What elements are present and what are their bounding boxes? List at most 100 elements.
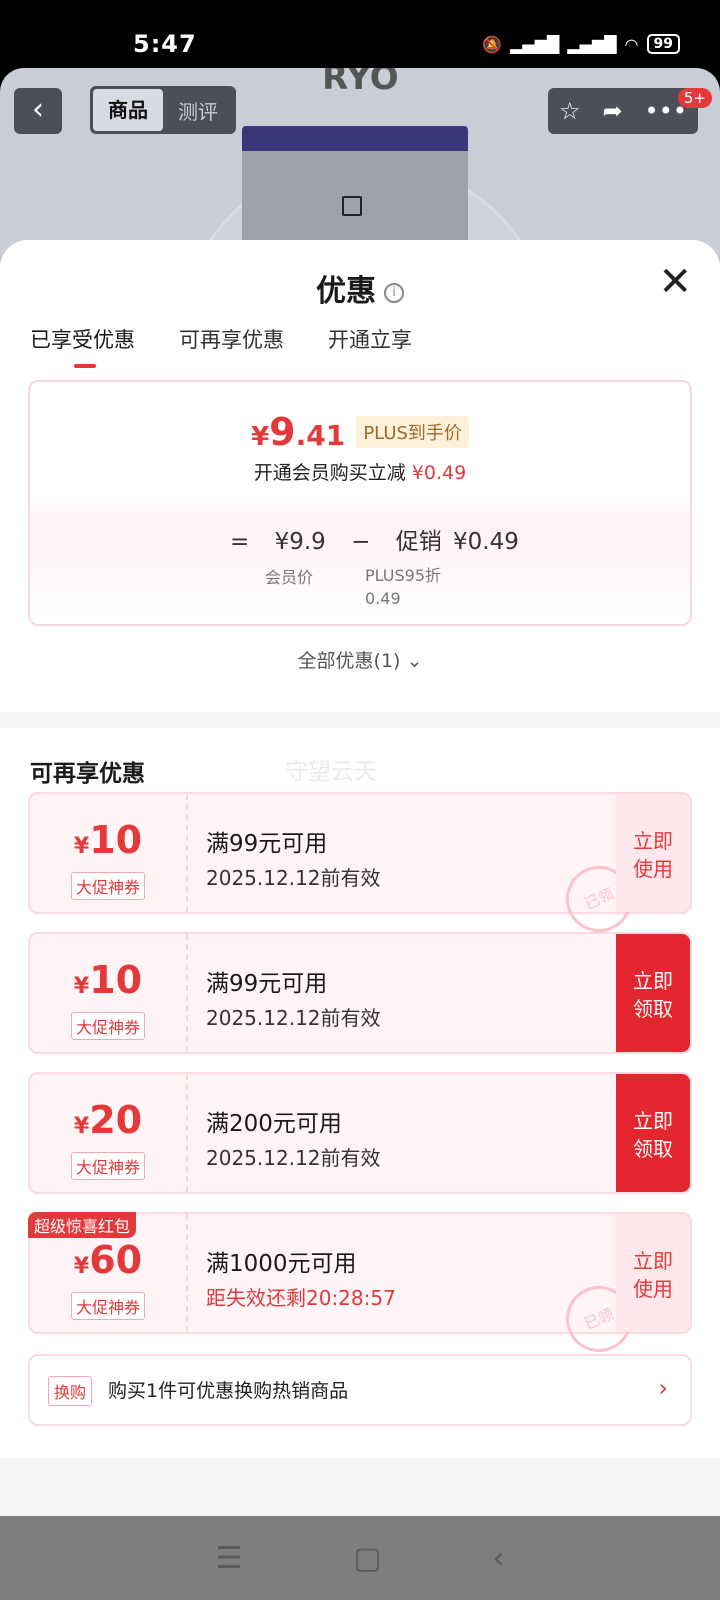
price-decimal: .41 <box>295 419 346 452</box>
coupon-amount-value: 10 <box>89 958 143 1002</box>
coupon-type-tag: 大促神券 <box>70 872 145 900</box>
claim-now-button[interactable]: 立即 领取 <box>616 934 690 1052</box>
member-price-value: ¥9.9 <box>274 529 326 555</box>
signal-icon: ▂▄▆█ <box>510 34 560 54</box>
coupon-type-tag: 大促神券 <box>70 1292 145 1320</box>
coupon-info: 满200元可用 2025.12.12前有效 <box>206 1104 381 1171</box>
more-offers-title: 可再享优惠 <box>30 761 145 787</box>
coupon-validity: 2025.12.12前有效 <box>206 1146 381 1170</box>
equals-sign: = <box>230 529 250 555</box>
tab-more-offers[interactable]: 可再享优惠 <box>179 324 284 368</box>
message-badge: 5+ <box>677 88 712 108</box>
price-breakdown-card: ¥9.41 PLUS到手价 开通会员购买立减 ¥0.49 = ¥9.9 − 促销 … <box>28 380 692 626</box>
plus-discount-value: 0.49 <box>365 589 401 608</box>
coupon-amount-value: 60 <box>89 1238 143 1282</box>
member-line-text: 开通会员购买立减 <box>253 462 406 484</box>
coupon-countdown: 距失效还剩20:28:57 <box>206 1286 396 1310</box>
claim-now-button[interactable]: 立即 领取 <box>616 1074 690 1192</box>
plus-discount-label: PLUS95折 0.49 <box>365 564 485 610</box>
status-icons: 🔕 ▂▄▆█ ▂▄▆█ ◠ 99 <box>482 34 680 54</box>
product-tab-switch: 商品 测评 <box>90 86 236 134</box>
product-page-background: RYO ‹ 商品 测评 ☆ ➦ ••• 5+ <box>0 68 720 268</box>
coupon-type-tag: 大促神券 <box>70 1012 145 1040</box>
member-saving-line: 开通会员购买立减 ¥0.49 <box>30 458 690 485</box>
share-icon[interactable]: ➦ <box>602 97 622 125</box>
coupon-divider <box>186 1074 188 1192</box>
enjoyed-offers-section: 优惠 i ✕ 已享受优惠 可再享优惠 开通立享 ¥9.41 PLUS到手价 开通会… <box>0 240 720 712</box>
coupon-card: ¥60 大促神券 超级惊喜红包 满1000元可用 距失效还剩20:28:57 已… <box>28 1212 692 1363</box>
trade-in-offer-row[interactable]: 换购 购买1件可优惠换购热销商品 › <box>28 1354 692 1426</box>
trade-in-tag: 换购 <box>48 1376 93 1406</box>
coupon-condition: 满99元可用 <box>206 831 328 857</box>
coupon-amount-area: ¥20 大促神券 <box>30 1074 186 1192</box>
currency-symbol: ¥ <box>251 422 270 452</box>
coupon-validity: 2025.12.12前有效 <box>206 866 381 890</box>
chevron-down-icon: ⌄ <box>406 650 423 672</box>
coupon-amount-area: ¥10 大促神券 <box>30 934 186 1052</box>
promo-value: ¥0.49 <box>453 529 519 555</box>
tab-enjoyed-offers[interactable]: 已享受优惠 <box>30 324 135 368</box>
coupon-card: ¥10 大促神券 满99元可用 2025.12.12前有效 已领 立即 使用 <box>28 792 692 943</box>
tab-open-membership[interactable]: 开通立享 <box>328 324 412 368</box>
coupon-amount-value: 10 <box>89 818 143 862</box>
watermark: 守望云天 <box>285 759 377 785</box>
wifi-icon: ◠ <box>624 34 639 54</box>
coupon-divider <box>186 934 188 1052</box>
status-bar: 5:47 🔕 ▂▄▆█ ▂▄▆█ ◠ 99 <box>0 0 720 68</box>
status-time: 5:47 <box>133 30 197 58</box>
coupon-type-tag: 大促神券 <box>70 1152 145 1180</box>
coupon-amount: ¥20 <box>73 1098 143 1142</box>
all-offers-label: 全部优惠(1) <box>297 650 401 672</box>
product-actions: ☆ ➦ ••• <box>548 88 698 134</box>
coupon-card: ¥10 大促神券 满99元可用 2025.12.12前有效 立即 领取 <box>28 932 692 1054</box>
all-offers-toggle[interactable]: 全部优惠(1) ⌄ <box>0 646 720 673</box>
info-icon[interactable]: i <box>384 282 404 303</box>
coupon-divider <box>186 1214 188 1332</box>
more-offers-section: 可再享优惠 守望云天 ¥10 大促神券 满99元可用 2025.12.12前有效… <box>0 728 720 1458</box>
coupon-condition: 满1000元可用 <box>206 1251 357 1277</box>
home-icon[interactable]: ▢ <box>353 1541 381 1576</box>
menu-icon[interactable]: ☰ <box>215 1541 242 1576</box>
close-icon[interactable]: ✕ <box>658 262 692 302</box>
coupon-amount-value: 20 <box>89 1098 143 1142</box>
coupon-amount: ¥10 <box>73 818 143 862</box>
coupon-amount: ¥10 <box>73 958 143 1002</box>
coupon-divider <box>186 794 188 912</box>
plus-discount-text: PLUS95折 <box>365 566 441 585</box>
coupon-condition: 满200元可用 <box>206 1111 342 1137</box>
brand-header: RYO <box>322 68 399 98</box>
member-price-label: 会员价 <box>265 568 314 587</box>
chevron-right-icon: › <box>658 1374 668 1402</box>
favorite-star-icon[interactable]: ☆ <box>559 97 581 125</box>
coupon-amount-area: ¥10 大促神券 <box>30 794 186 912</box>
plus-price-row: ¥9.41 PLUS到手价 <box>30 410 690 454</box>
mute-icon: 🔕 <box>482 34 503 54</box>
plus-price-tag: PLUS到手价 <box>356 416 469 448</box>
member-saving-value: ¥0.49 <box>411 462 467 484</box>
minus-sign: − <box>351 529 371 555</box>
plus-price: ¥9.41 <box>251 410 345 454</box>
coupon-info: 满1000元可用 距失效还剩20:28:57 <box>206 1244 396 1311</box>
coupon-info: 满99元可用 2025.12.12前有效 <box>206 964 381 1031</box>
tab-product[interactable]: 商品 <box>93 89 163 131</box>
sheet-title: 优惠 i <box>0 266 720 310</box>
back-button[interactable]: ‹ <box>14 88 62 134</box>
sheet-title-text: 优惠 <box>316 274 376 309</box>
price-integer: 9 <box>269 410 296 454</box>
coupon-validity: 2025.12.12前有效 <box>206 1006 381 1030</box>
tab-reviews[interactable]: 测评 <box>163 96 233 125</box>
back-icon[interactable]: ‹ <box>493 1541 505 1576</box>
use-now-button[interactable]: 立即 使用 <box>616 1214 690 1332</box>
offer-tabs: 已享受优惠 可再享优惠 开通立享 <box>30 324 412 368</box>
system-nav-bar: ☰ ▢ ‹ <box>0 1516 720 1600</box>
brand-logo-icon <box>342 196 362 216</box>
promo-label: 促销 <box>395 529 442 555</box>
price-equation: = ¥9.9 − 促销 ¥0.49 <box>230 522 537 556</box>
surprise-red-packet-ribbon: 超级惊喜红包 <box>28 1212 137 1238</box>
trade-in-text: 购买1件可优惠换购热销商品 <box>108 1380 349 1402</box>
use-now-button[interactable]: 立即 使用 <box>616 794 690 912</box>
signal-icon-2: ▂▄▆█ <box>567 34 617 54</box>
battery-icon: 99 <box>646 34 680 54</box>
coupon-condition: 满99元可用 <box>206 971 328 997</box>
coupon-info: 满99元可用 2025.12.12前有效 <box>206 824 381 891</box>
